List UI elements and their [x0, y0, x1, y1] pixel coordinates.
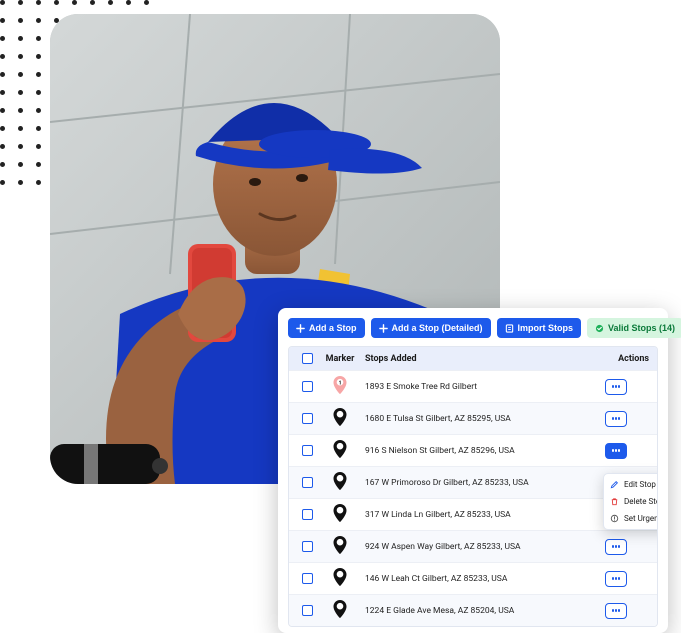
row-actions-button[interactable]	[605, 539, 627, 555]
stop-address: 1224 E Glade Ave Mesa, AZ 85204, USA	[361, 606, 605, 616]
row-checkbox[interactable]	[302, 509, 313, 520]
row-checkbox[interactable]	[302, 477, 313, 488]
table-row: 5 317 W Linda Ln Gilbert, AZ 85233, USA	[289, 498, 657, 530]
delete-stop-item[interactable]: Delete Stop	[604, 493, 658, 510]
row-actions-button[interactable]	[605, 411, 627, 427]
table-row: 2 1680 E Tulsa St Gilbert, AZ 85295, USA	[289, 402, 657, 434]
import-icon	[505, 324, 514, 333]
map-pin-icon: 8	[333, 600, 347, 618]
header-marker: Marker	[319, 354, 361, 364]
plus-icon	[296, 324, 305, 333]
row-checkbox[interactable]	[302, 605, 313, 616]
row-actions-button[interactable]	[605, 379, 627, 395]
set-urgent-item[interactable]: Set Urgent	[604, 510, 658, 527]
edit-stop-label: Edit Stop	[624, 480, 656, 489]
row-checkbox[interactable]	[302, 381, 313, 392]
svg-text:8: 8	[339, 604, 342, 610]
row-checkbox[interactable]	[302, 445, 313, 456]
map-pin-icon: 5	[333, 504, 347, 522]
svg-text:6: 6	[339, 540, 342, 546]
table-row: 4 167 W Primoroso Dr Gilbert, AZ 85233, U…	[289, 466, 657, 498]
table-header: Marker Stops Added Actions	[289, 347, 657, 370]
valid-stops-label: Valid Stops (14)	[608, 323, 675, 333]
import-stops-label: Import Stops	[518, 323, 574, 333]
svg-text:4: 4	[339, 476, 342, 482]
alert-icon	[610, 514, 619, 523]
toolbar: Add a Stop Add a Stop (Detailed) Import …	[288, 318, 658, 338]
stop-address: 146 W Leah Ct Gilbert, AZ 85233, USA	[361, 574, 605, 584]
svg-text:2: 2	[339, 412, 342, 418]
plus-icon	[379, 324, 388, 333]
edit-stop-item[interactable]: Edit Stop	[604, 476, 658, 493]
row-checkbox[interactable]	[302, 541, 313, 552]
row-actions-button[interactable]	[605, 603, 627, 619]
select-all-checkbox[interactable]	[302, 353, 313, 364]
stops-table: Marker Stops Added Actions 1 1893 E Smoke…	[288, 346, 658, 627]
map-pin-icon: 4	[333, 472, 347, 490]
row-actions-popup: Edit Stop Delete Stop Set Urgent	[603, 473, 658, 530]
table-row: 3 916 S Nielson St Gilbert, AZ 85296, USA	[289, 434, 657, 466]
table-row: 1 1893 E Smoke Tree Rd Gilbert	[289, 370, 657, 402]
svg-text:3: 3	[339, 444, 342, 450]
stop-address: 1893 E Smoke Tree Rd Gilbert	[361, 382, 605, 392]
map-pin-icon: 1	[333, 376, 347, 394]
add-stop-detailed-label: Add a Stop (Detailed)	[392, 323, 483, 333]
table-row: 6 924 W Aspen Way Gilbert, AZ 85233, USA	[289, 530, 657, 562]
table-row: 7 146 W Leah Ct Gilbert, AZ 85233, USA	[289, 562, 657, 594]
map-pin-icon: 7	[333, 568, 347, 586]
row-actions-button[interactable]	[605, 443, 627, 459]
stop-address: 916 S Nielson St Gilbert, AZ 85296, USA	[361, 446, 605, 456]
stop-address: 317 W Linda Ln Gilbert, AZ 85233, USA	[361, 510, 605, 520]
row-checkbox[interactable]	[302, 573, 313, 584]
table-row: 8 1224 E Glade Ave Mesa, AZ 85204, USA	[289, 594, 657, 626]
add-stop-label: Add a Stop	[309, 323, 357, 333]
add-stop-detailed-button[interactable]: Add a Stop (Detailed)	[371, 318, 491, 338]
valid-stops-button[interactable]: Valid Stops (14)	[587, 318, 681, 338]
header-stops-added: Stops Added	[361, 354, 605, 364]
row-checkbox[interactable]	[302, 413, 313, 424]
stop-address: 924 W Aspen Way Gilbert, AZ 85233, USA	[361, 542, 605, 552]
svg-text:5: 5	[339, 508, 342, 514]
import-stops-button[interactable]: Import Stops	[497, 318, 582, 338]
check-circle-icon	[595, 324, 604, 333]
svg-text:1: 1	[339, 380, 342, 386]
map-pin-icon: 3	[333, 440, 347, 458]
row-actions-button[interactable]	[605, 571, 627, 587]
svg-text:7: 7	[339, 572, 342, 578]
stops-panel: Add a Stop Add a Stop (Detailed) Import …	[278, 308, 668, 633]
header-actions: Actions	[605, 354, 651, 364]
map-pin-icon: 6	[333, 536, 347, 554]
add-stop-button[interactable]: Add a Stop	[288, 318, 365, 338]
map-pin-icon: 2	[333, 408, 347, 426]
delete-stop-label: Delete Stop	[624, 497, 658, 506]
trash-icon	[610, 497, 619, 506]
stop-address: 1680 E Tulsa St Gilbert, AZ 85295, USA	[361, 414, 605, 424]
stop-address: 167 W Primoroso Dr Gilbert, AZ 85233, US…	[361, 478, 605, 488]
set-urgent-label: Set Urgent	[624, 514, 658, 523]
pencil-icon	[610, 480, 619, 489]
